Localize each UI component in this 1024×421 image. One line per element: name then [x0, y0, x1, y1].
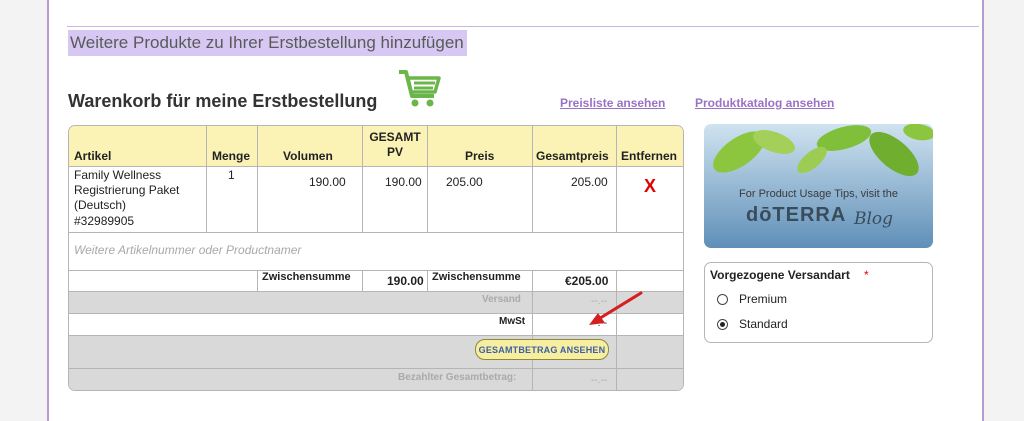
col-header-total: GESAMT [369, 130, 421, 144]
col-header-pv: PV [386, 145, 403, 159]
subtotal-label: Zwischensumme [262, 271, 351, 283]
page-title: Warenkorb für meine Erstbestellung [68, 91, 378, 111]
shipping-method-title: Vorgezogene Versandart [710, 268, 850, 282]
shipping-method-box: Vorgezogene Versandart * Premium Standar… [704, 262, 933, 343]
radio-premium[interactable] [717, 294, 728, 305]
article-name-line: Registrierung Paket [74, 183, 180, 197]
col-header-quantity: Menge [212, 149, 251, 163]
blog-banner-text: For Product Usage Tips, visit the [739, 188, 898, 200]
article-name-line: (Deutsch) [74, 198, 127, 212]
add-article-input[interactable]: Weitere Artikelnummer oder Productnamer [74, 243, 301, 257]
vat-label: MwSt [499, 316, 526, 327]
cart-table: Artikel Menge Volumen GESAMT PV Preis Ge… [68, 125, 684, 391]
subtotal-pv: 190.00 [387, 274, 424, 288]
subtotal-label-2: Zwischensumme [432, 271, 521, 283]
col-header-volume: Volumen [283, 149, 333, 163]
remove-item-button[interactable]: X [644, 176, 656, 197]
standard-label: Standard [739, 317, 788, 331]
total-pv-value: 190.00 [385, 175, 422, 189]
doterra-blog-banner[interactable]: For Product Usage Tips, visit the dōTERR… [704, 124, 933, 248]
required-mark: * [864, 268, 869, 282]
divider [67, 26, 979, 27]
col-header-price: Preis [465, 149, 495, 163]
add-more-products-link[interactable]: Weitere Produkte zu Ihrer Erstbestellung… [68, 30, 467, 56]
blog-script: Blog [854, 209, 894, 229]
paid-total-value: --.-- [591, 375, 608, 386]
article-name-line: Family Wellness [74, 168, 162, 182]
volume-value: 190.00 [309, 175, 346, 189]
total-price-value: 205.00 [571, 175, 608, 189]
product-catalog-link[interactable]: Produktkatalog ansehen [695, 96, 834, 110]
col-header-remove: Entfernen [621, 149, 678, 163]
radio-standard[interactable] [717, 319, 728, 330]
premium-label: Premium [739, 292, 788, 306]
shipping-label: Versand [482, 294, 521, 305]
price-list-link[interactable]: Preisliste ansehen [560, 96, 665, 110]
col-header-article: Artikel [74, 149, 112, 163]
red-arrow-icon [589, 291, 643, 325]
brand-logo: dōTERRA [746, 204, 847, 226]
paid-total-label: Bezahlter Gesamtbetrag: [398, 372, 517, 383]
article-number: #32989905 [74, 214, 135, 228]
cart-icon [399, 70, 441, 107]
subtotal-value: €205.00 [565, 274, 609, 288]
price-value: 205.00 [446, 175, 483, 189]
col-header-total-price: Gesamtpreis [536, 149, 609, 163]
quantity-value: 1 [228, 168, 235, 182]
view-total-button[interactable]: GESAMTBETRAG ANSEHEN [475, 339, 609, 360]
leaves-icon [704, 124, 933, 248]
